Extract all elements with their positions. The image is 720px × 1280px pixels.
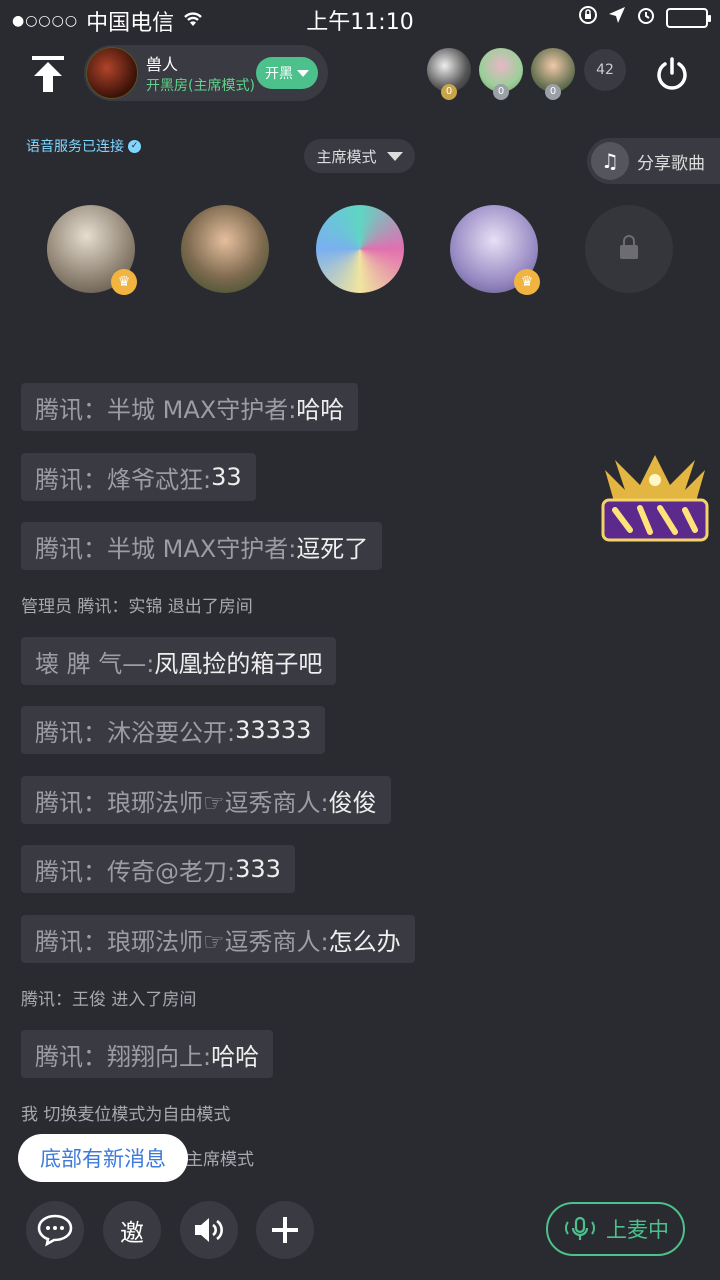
mic-seat-locked[interactable] (585, 205, 673, 293)
chat-text: 哈哈 (296, 395, 345, 424)
add-button[interactable] (256, 1201, 314, 1259)
chat-sender: 腾讯：传奇@老刀: (35, 857, 236, 886)
chat-message: 腾讯：琅琊法师☞逗秀商人: 怎么办 (21, 915, 415, 963)
system-message: 管理员 腾讯：实锦 退出了房间 (21, 597, 253, 617)
chat-sender: 腾讯：烽爷忒狂: (35, 465, 212, 494)
mic-seat[interactable] (316, 205, 404, 293)
mic-seat[interactable] (181, 205, 269, 293)
rotation-lock-icon (578, 5, 598, 30)
share-song-button[interactable]: ♫ 分享歌曲 (587, 138, 720, 184)
room-info[interactable]: 兽人 开黑房(主席模式) 开黑 (84, 45, 328, 101)
room-avatar (86, 47, 138, 99)
listener-avatar[interactable]: 0 (479, 48, 523, 100)
voice-status-label: 语音服务已连接 (26, 139, 124, 155)
chat-message: 腾讯：半城 MAX守护者: 逗死了 (21, 522, 383, 570)
chat-bubble-icon (37, 1214, 73, 1247)
chat-sender: 腾讯：沐浴要公开: (35, 718, 236, 747)
crown-icon: ♛ (514, 269, 540, 295)
chevron-down-icon (386, 151, 403, 161)
chat-message: 壊 脾 气—: 凤凰捡的箱子吧 (21, 637, 337, 685)
chat-text: 俊俊 (328, 788, 377, 817)
listener-avatar[interactable]: 0 (427, 48, 471, 100)
listener-avatar[interactable]: 0 (531, 48, 575, 100)
chat-sender: 壊 脾 气—: (35, 649, 155, 678)
online-count[interactable]: 42 (584, 49, 626, 91)
chevron-down-icon (297, 69, 309, 77)
chat-sender: 腾讯：翔翔向上: (35, 1042, 212, 1071)
mic-seat[interactable]: ♛ (450, 205, 540, 295)
chat-message: 腾讯：烽爷忒狂: 33 (21, 453, 256, 501)
listener-count: 0 (493, 84, 509, 100)
chat-text: 怎么办 (328, 927, 401, 956)
chat-text: 333 (235, 855, 281, 883)
invite-button[interactable]: 邀 (103, 1201, 161, 1259)
chat-button[interactable] (26, 1201, 84, 1259)
status-bar: ●○○○○ 中国电信 上午11:10 (0, 0, 720, 38)
music-note-icon: ♫ (591, 142, 629, 180)
chat-text: 凤凰捡的箱子吧 (154, 649, 323, 678)
chat-text: 哈哈 (211, 1042, 260, 1071)
chat-message: 腾讯：传奇@老刀: 333 (21, 845, 295, 893)
speaker-button[interactable] (180, 1201, 238, 1259)
system-message: 腾讯：王俊 进入了房间 (21, 990, 197, 1010)
arrow-up-icon (32, 56, 64, 92)
chat-message: 腾讯：琅琊法师☞逗秀商人: 俊俊 (21, 776, 391, 824)
chat-text: 33 (211, 463, 242, 491)
chat-sender: 腾讯：半城 MAX守护者: (35, 534, 297, 563)
power-icon (657, 57, 687, 90)
room-name: 兽人 (146, 55, 179, 74)
chat-message: 腾讯：翔翔向上: 哈哈 (21, 1030, 274, 1078)
microphone-icon (565, 1216, 595, 1240)
scroll-top-button[interactable] (28, 52, 68, 96)
open-room-label: 开黑 (265, 66, 293, 82)
voice-status: 语音服务已连接 ✓ (26, 136, 141, 156)
speaker-icon (195, 1218, 223, 1242)
listener-count: 0 (441, 84, 457, 100)
chat-message: 腾讯：沐浴要公开: 33333 (21, 706, 326, 754)
check-icon: ✓ (128, 139, 141, 153)
mic-seat[interactable]: ♛ (47, 205, 137, 295)
lock-icon (620, 235, 638, 259)
new-message-toast[interactable]: 底部有新消息 (18, 1134, 188, 1182)
mode-selector[interactable]: 主席模式 (304, 139, 415, 173)
room-subtitle: 开黑房(主席模式) (146, 78, 255, 94)
system-message: 我 切换麦位模式为自由模式 (21, 1105, 231, 1125)
plus-icon (272, 1217, 298, 1243)
annual-event-badge[interactable] (595, 450, 715, 550)
chat-sender: 腾讯：琅琊法师☞逗秀商人: (35, 927, 329, 956)
mode-selector-label: 主席模式 (316, 147, 377, 166)
chat-sender: 腾讯：半城 MAX守护者: (35, 395, 297, 424)
alarm-icon (636, 5, 656, 30)
listener-count: 0 (545, 84, 561, 100)
location-icon (608, 6, 626, 29)
trophy-badge-icon (601, 455, 709, 542)
mic-status-label: 上麦中 (606, 1218, 669, 1242)
chat-sender: 腾讯：琅琊法师☞逗秀商人: (35, 788, 329, 817)
system-message: 主席模式 (186, 1150, 254, 1170)
battery-icon (666, 7, 711, 28)
open-room-button[interactable]: 开黑 (256, 57, 318, 89)
chat-text: 33333 (235, 716, 312, 744)
crown-icon: ♛ (111, 269, 137, 295)
mic-status-button[interactable]: 上麦中 (546, 1202, 685, 1256)
invite-label: 邀 (120, 1218, 144, 1247)
share-song-label: 分享歌曲 (637, 153, 705, 174)
chat-message: 腾讯：半城 MAX守护者: 哈哈 (21, 383, 359, 431)
chat-text: 逗死了 (296, 534, 369, 563)
exit-room-button[interactable] (654, 56, 690, 92)
